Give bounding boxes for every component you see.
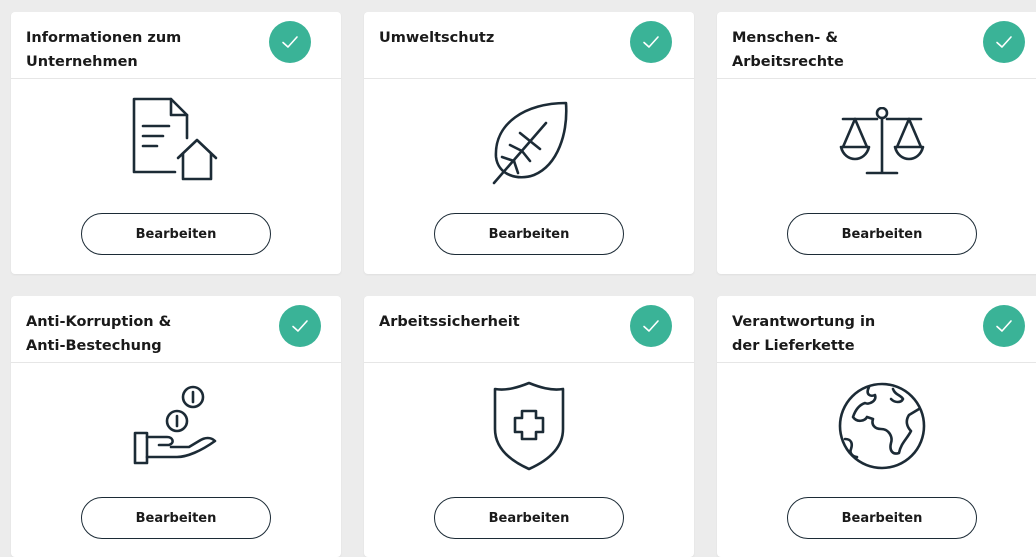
- edit-button[interactable]: Bearbeiten: [81, 497, 271, 539]
- scales-icon: [717, 92, 1036, 192]
- document-house-icon: [11, 92, 341, 192]
- card-header: Anti-Korruption & Anti-Bestechung: [11, 296, 341, 363]
- card-header: Arbeitssicherheit: [364, 296, 694, 363]
- card-human-rights: Menschen- & Arbeitsrechte Bearbeiten: [717, 12, 1036, 274]
- card-title: Informationen zum Unternehmen: [26, 30, 182, 70]
- edit-button[interactable]: Bearbeiten: [81, 213, 271, 255]
- check-icon: [269, 21, 311, 63]
- leaf-icon: [364, 92, 694, 192]
- card-header: Menschen- & Arbeitsrechte: [717, 12, 1036, 79]
- check-icon: [279, 305, 321, 347]
- edit-button[interactable]: Bearbeiten: [434, 213, 624, 255]
- check-icon: [630, 305, 672, 347]
- edit-button[interactable]: Bearbeiten: [787, 213, 977, 255]
- card-header: Informationen zum Unternehmen: [11, 12, 341, 79]
- card-header: Verantwortung in der Lieferkette: [717, 296, 1036, 363]
- card-title: Menschen- & Arbeitsrechte: [732, 30, 844, 70]
- card-company-info: Informationen zum Unternehmen Bearbeiten: [11, 12, 341, 274]
- edit-button[interactable]: Bearbeiten: [787, 497, 977, 539]
- check-icon: [983, 21, 1025, 63]
- check-icon: [983, 305, 1025, 347]
- shield-cross-icon: [364, 376, 694, 476]
- card-occupational-safety: Arbeitssicherheit Bearbeiten: [364, 296, 694, 557]
- card-title: Anti-Korruption & Anti-Bestechung: [26, 314, 172, 354]
- edit-button[interactable]: Bearbeiten: [434, 497, 624, 539]
- card-supply-chain: Verantwortung in der Lieferkette Bearbei…: [717, 296, 1036, 557]
- card-anti-corruption: Anti-Korruption & Anti-Bestechung Bearbe…: [11, 296, 341, 557]
- card-header: Umweltschutz: [364, 12, 694, 79]
- category-grid: Informationen zum Unternehmen Bearbeiten…: [0, 0, 1036, 557]
- card-title: Arbeitssicherheit: [379, 314, 520, 330]
- card-title: Umweltschutz: [379, 30, 495, 46]
- hand-coins-icon: [11, 376, 341, 476]
- card-title: Verantwortung in der Lieferkette: [732, 314, 876, 354]
- globe-icon: [717, 376, 1036, 476]
- check-icon: [630, 21, 672, 63]
- card-environment: Umweltschutz Bearbeiten: [364, 12, 694, 274]
